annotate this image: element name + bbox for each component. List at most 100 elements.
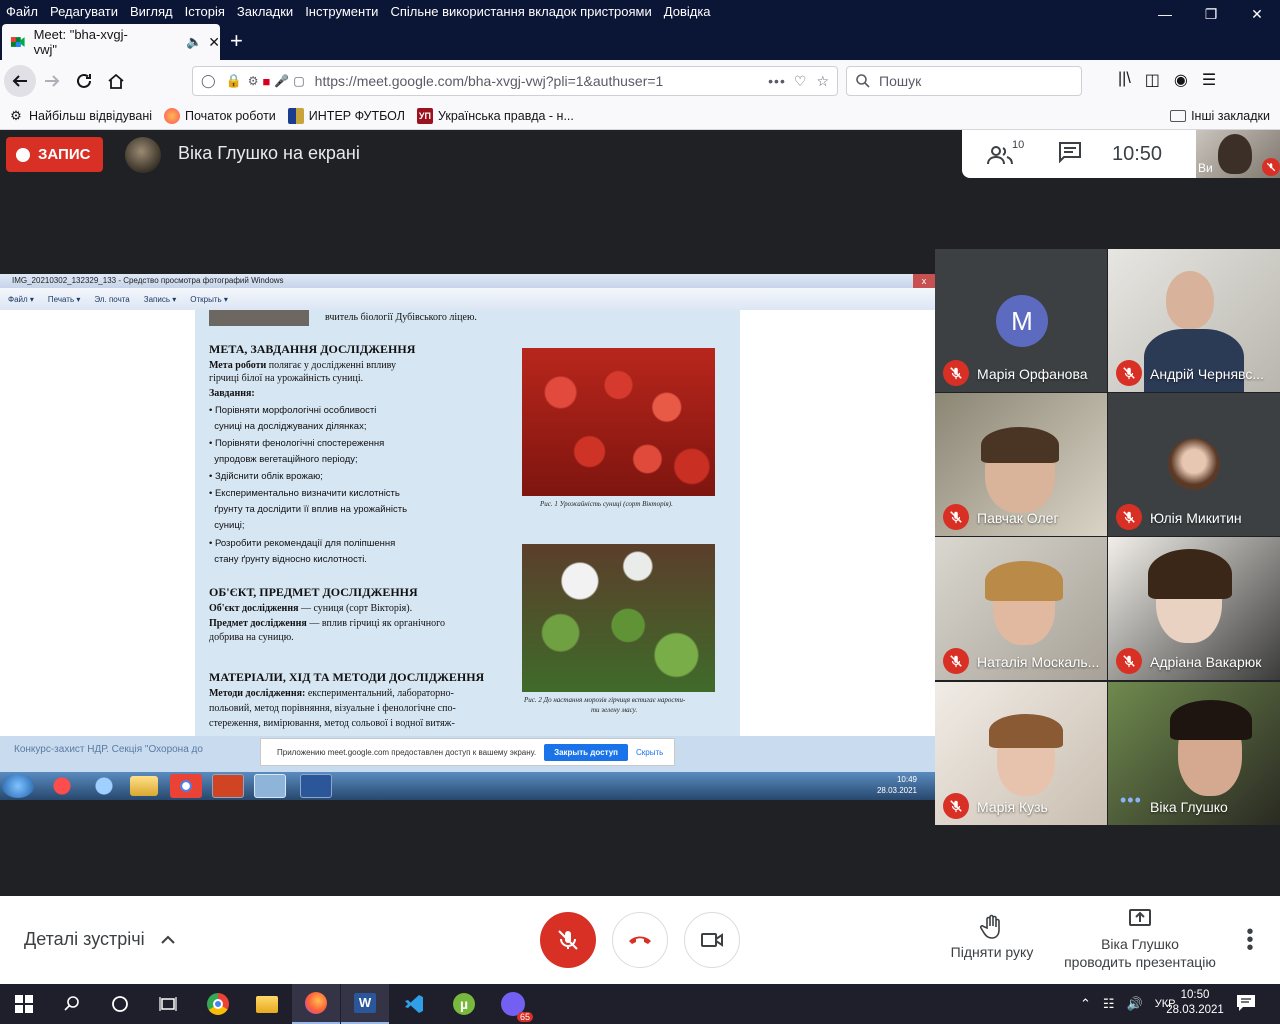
participant-tile[interactable]: Адріана Вакарюк <box>1108 537 1280 680</box>
taskbar-vscode[interactable] <box>390 984 438 1024</box>
participant-tile[interactable]: ••• Віка Глушко <box>1108 682 1280 825</box>
tray-overflow-icon[interactable]: ⌃ <box>1080 996 1091 1012</box>
taskbar-file-explorer[interactable] <box>243 984 291 1024</box>
camera-toggle-button[interactable] <box>684 912 740 968</box>
photo-viewer-body: вчитель біології Дубівського ліцею. МЕТА… <box>0 310 935 772</box>
hide-notice-link[interactable]: Скрыть <box>636 748 663 757</box>
participant-tile[interactable]: Наталія Москаль... <box>935 537 1107 680</box>
viewer-menu-file[interactable]: Файл ▾ <box>8 295 34 304</box>
screen-share-notice: Приложению meet.google.com предоставлен … <box>260 738 675 766</box>
start-button[interactable] <box>0 984 48 1024</box>
mic-off-icon <box>558 930 578 950</box>
url-bar[interactable]: ◯ 🔒 ⚙ ■ 🎤 ▢ https://meet.google.com/bha-… <box>192 66 838 96</box>
sidebar-icon[interactable]: ◫ <box>1145 70 1160 90</box>
cortana-button[interactable] <box>96 984 144 1024</box>
viewer-close-button[interactable]: x <box>913 274 935 288</box>
taskbar-utorrent[interactable]: µ <box>440 984 488 1024</box>
menu-edit[interactable]: Редагувати <box>44 4 124 19</box>
recording-label: ЗАПИС <box>38 146 91 163</box>
bookmark-label: Інші закладки <box>1191 108 1270 123</box>
taskbar-chrome[interactable] <box>194 984 242 1024</box>
new-tab-button[interactable]: + <box>230 30 243 52</box>
recording-indicator[interactable]: ЗАПИС <box>6 137 103 172</box>
task-view-button[interactable] <box>144 984 192 1024</box>
shield-icon[interactable]: ◯ <box>201 73 216 89</box>
volume-icon[interactable]: 🔊 <box>1127 996 1143 1012</box>
mic-off-indicator <box>943 793 969 819</box>
home-button[interactable] <box>100 65 132 97</box>
bookmark-getting-started[interactable]: Початок роботи <box>164 107 276 124</box>
menu-tools[interactable]: Інструменти <box>299 4 384 19</box>
leave-call-button[interactable] <box>612 912 668 968</box>
lock-icon[interactable]: 🔒 <box>226 73 242 89</box>
tab-mute-icon[interactable]: 🔈 <box>186 34 202 50</box>
reload-button[interactable] <box>68 65 100 97</box>
taskbar-viber[interactable]: 65 <box>489 984 537 1024</box>
search-bar[interactable]: Пошук <box>846 66 1082 96</box>
self-view-tile[interactable]: Ви <box>1196 130 1280 178</box>
bookmark-star-icon[interactable]: ☆ <box>816 73 829 90</box>
home-icon <box>108 73 124 89</box>
mic-toggle-button[interactable] <box>540 912 596 968</box>
stop-sharing-button[interactable]: Закрыть доступ <box>544 743 629 761</box>
bookmark-ukr-pravda[interactable]: УП Українська правда - н... <box>416 107 574 124</box>
mic-off-icon <box>1123 655 1135 668</box>
page-actions-icon[interactable]: ••• <box>768 73 786 89</box>
library-icon[interactable]: ||\ <box>1118 70 1131 90</box>
participant-tile[interactable]: Андрій Чернявс... <box>1108 249 1280 392</box>
hamburger-menu-icon[interactable]: ☰ <box>1202 70 1216 90</box>
forward-button[interactable] <box>36 65 68 97</box>
gear-icon: ⚙ <box>10 107 22 123</box>
bookmark-most-visited[interactable]: ⚙ Найбільш відвідувані <box>8 108 152 124</box>
tab-close-icon[interactable]: ✕ <box>208 34 220 51</box>
participants-button[interactable]: 10 <box>986 139 1026 169</box>
taskbar-clock[interactable]: 10:50 28.03.2021 <box>1160 988 1230 1018</box>
viewer-menu-open[interactable]: Открыть ▾ <box>190 295 228 304</box>
back-button[interactable] <box>4 65 36 97</box>
participant-tile[interactable]: M Марія Орфанова <box>935 249 1107 392</box>
participant-video <box>1144 329 1244 392</box>
participant-tile[interactable]: Марія Кузь <box>935 682 1107 825</box>
raise-hand-button[interactable] <box>979 914 1004 945</box>
chrome-icon <box>207 993 229 1015</box>
account-icon[interactable]: ◉ <box>1174 70 1188 90</box>
doc-methods: Методи дослідження: експериментальний, л… <box>209 688 454 699</box>
mic-off-indicator <box>943 360 969 386</box>
menu-file[interactable]: Файл <box>0 4 44 19</box>
presentation-button[interactable] <box>1128 908 1152 933</box>
meeting-details-button[interactable]: Деталі зустрічі <box>24 929 176 950</box>
more-options-button[interactable]: • • • <box>1240 922 1260 958</box>
menu-bookmarks[interactable]: Закладки <box>231 4 299 19</box>
viewer-menu-print[interactable]: Печать ▾ <box>48 295 80 304</box>
search-icon <box>856 74 870 88</box>
microphone-icon[interactable]: 🎤 <box>274 74 289 88</box>
viewer-menu-burn[interactable]: Запись ▾ <box>144 295 177 304</box>
bookmark-inter-football[interactable]: ИНТЕР ФУТБОЛ <box>287 107 405 124</box>
network-icon[interactable]: ☷ <box>1103 996 1115 1012</box>
bookmarks-bar: ⚙ Найбільш відвідувані Початок роботи ИНТ… <box>0 102 1280 130</box>
tab-meet[interactable]: Meet: "bha-xvgj-vwj" 🔈 ✕ <box>2 24 220 60</box>
chat-button[interactable] <box>1058 141 1082 168</box>
menu-help[interactable]: Довідка <box>658 4 717 19</box>
pocket-icon[interactable]: ♡ <box>794 73 807 90</box>
mic-off-icon <box>950 800 962 813</box>
taskbar-word[interactable]: W <box>341 984 389 1024</box>
taskbar-firefox[interactable] <box>292 984 340 1024</box>
menu-view[interactable]: Вигляд <box>124 4 179 19</box>
menu-tab-sharing[interactable]: Спільне використання вкладок пристроями <box>384 4 657 19</box>
doc-task-line: упродовж вегетаційного періоду; <box>209 454 358 465</box>
viewer-menu-email[interactable]: Эл. почта <box>94 295 129 304</box>
permissions-icon[interactable]: ⚙ <box>248 74 259 88</box>
notifications-icon <box>1237 995 1255 1011</box>
other-bookmarks[interactable]: Інші закладки <box>1170 109 1270 123</box>
action-center-button[interactable] <box>1236 994 1258 1014</box>
presenting-name: Віка Глушко <box>1101 936 1179 952</box>
participant-tile[interactable]: Юлія Микитин <box>1108 393 1280 536</box>
camera-icon[interactable]: ■ <box>263 74 271 89</box>
menu-bar: Файл Редагувати Вигляд Історія Закладки … <box>0 0 1280 22</box>
taskbar-search-button[interactable] <box>48 984 96 1024</box>
menu-history[interactable]: Історія <box>179 4 231 19</box>
participant-tile[interactable]: Павчак Олег <box>935 393 1107 536</box>
doc-task-line: • Порівняти фенологічні спостереження <box>209 438 385 449</box>
screen-share-icon[interactable]: ▢ <box>293 74 304 88</box>
